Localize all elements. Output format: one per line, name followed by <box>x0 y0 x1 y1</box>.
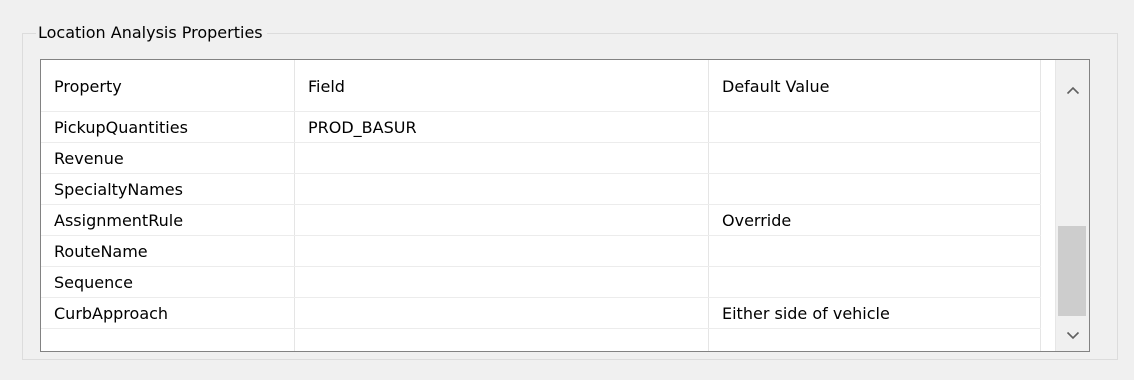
chevron-up-icon <box>1066 86 1079 94</box>
column-header-default-value[interactable]: Default Value <box>709 60 1041 111</box>
field-cell[interactable] <box>295 205 709 235</box>
table-row[interactable] <box>41 329 1041 351</box>
property-cell[interactable]: PickupQuantities <box>41 112 295 142</box>
table-row[interactable]: PickupQuantities PROD_BASUR <box>41 112 1041 143</box>
groupbox-title: Location Analysis Properties <box>36 22 267 44</box>
table-row[interactable]: SpecialtyNames <box>41 174 1041 205</box>
property-cell[interactable]: CurbApproach <box>41 298 295 328</box>
field-cell[interactable] <box>295 298 709 328</box>
default-value-cell[interactable]: Override <box>709 205 1041 235</box>
property-cell[interactable] <box>41 329 295 351</box>
grid-header: Property Field Default Value <box>41 60 1041 112</box>
default-value-cell[interactable] <box>709 174 1041 204</box>
vertical-scrollbar[interactable] <box>1055 60 1089 351</box>
table-row[interactable]: AssignmentRule Override <box>41 205 1041 236</box>
scroll-down-button[interactable] <box>1056 319 1089 351</box>
property-cell[interactable]: AssignmentRule <box>41 205 295 235</box>
property-cell[interactable]: Revenue <box>41 143 295 173</box>
scroll-up-button[interactable] <box>1056 74 1089 106</box>
table-row[interactable]: Sequence <box>41 267 1041 298</box>
property-cell[interactable]: Sequence <box>41 267 295 297</box>
field-cell[interactable] <box>295 267 709 297</box>
default-value-cell[interactable]: Either side of vehicle <box>709 298 1041 328</box>
property-cell[interactable]: RouteName <box>41 236 295 266</box>
properties-grid[interactable]: Property Field Default Value PickupQuant… <box>40 59 1090 352</box>
default-value-cell[interactable] <box>709 112 1041 142</box>
default-value-cell[interactable] <box>709 329 1041 351</box>
table-row[interactable]: Revenue <box>41 143 1041 174</box>
default-value-cell[interactable] <box>709 143 1041 173</box>
field-cell[interactable]: PROD_BASUR <box>295 112 709 142</box>
field-cell[interactable] <box>295 143 709 173</box>
field-cell[interactable] <box>295 329 709 351</box>
default-value-cell[interactable] <box>709 267 1041 297</box>
field-cell[interactable] <box>295 174 709 204</box>
table-row[interactable]: RouteName <box>41 236 1041 267</box>
chevron-down-icon <box>1066 331 1079 339</box>
scroll-thumb[interactable] <box>1058 226 1086 316</box>
property-cell[interactable]: SpecialtyNames <box>41 174 295 204</box>
grid-rows: PickupQuantities PROD_BASUR Revenue Spec… <box>41 112 1041 351</box>
column-header-property[interactable]: Property <box>41 60 295 111</box>
field-cell[interactable] <box>295 236 709 266</box>
default-value-cell[interactable] <box>709 236 1041 266</box>
table-row[interactable]: CurbApproach Either side of vehicle <box>41 298 1041 329</box>
column-header-field[interactable]: Field <box>295 60 709 111</box>
